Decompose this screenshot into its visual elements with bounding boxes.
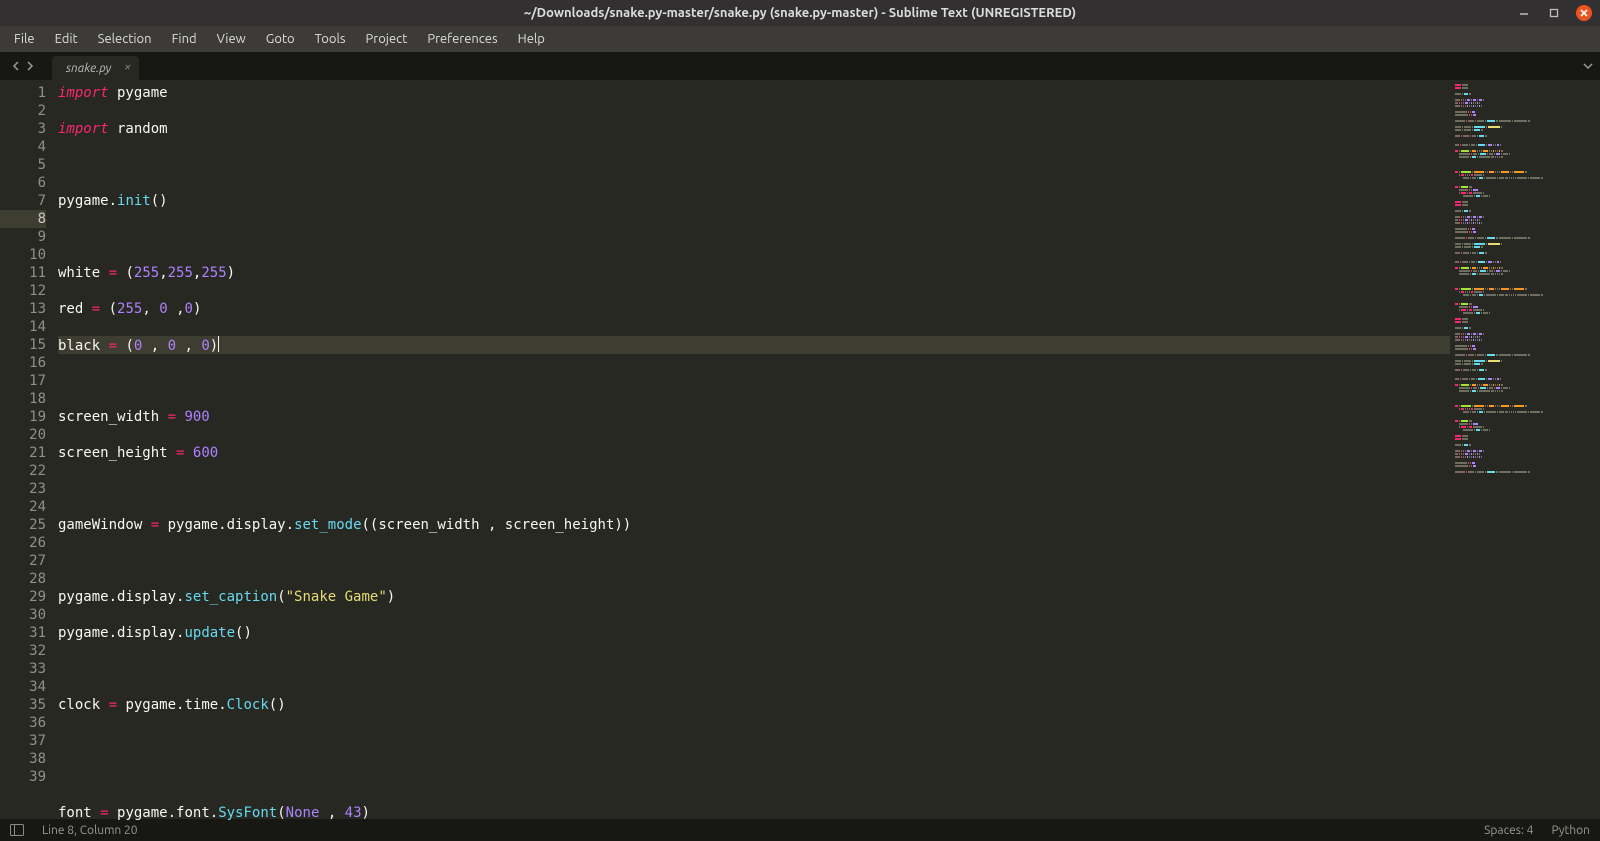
code-line: red = (255, 0 ,0) — [58, 300, 1450, 318]
line-number: 28 — [0, 570, 46, 588]
line-number: 38 — [0, 750, 46, 768]
menu-goto[interactable]: Goto — [256, 26, 305, 52]
line-number: 12 — [0, 282, 46, 300]
line-number: 24 — [0, 498, 46, 516]
code-line: pygame.init() — [58, 192, 1450, 210]
maximize-button[interactable] — [1546, 5, 1562, 21]
sidebar-toggle-icon[interactable] — [10, 823, 24, 837]
line-number: 11 — [0, 264, 46, 282]
arrow-right-icon — [25, 61, 35, 71]
window-title: ~/Downloads/snake.py-master/snake.py (sn… — [524, 6, 1076, 20]
line-number: 26 — [0, 534, 46, 552]
line-number: 23 — [0, 480, 46, 498]
code-line: screen_height = 600 — [58, 444, 1450, 462]
menu-preferences[interactable]: Preferences — [417, 26, 507, 52]
line-number: 33 — [0, 660, 46, 678]
line-number: 1 — [0, 84, 46, 102]
code-line: white = (255,255,255) — [58, 264, 1450, 282]
line-number: 36 — [0, 714, 46, 732]
menu-tools[interactable]: Tools — [305, 26, 356, 52]
code-line: import pygame — [58, 84, 1450, 102]
titlebar: ~/Downloads/snake.py-master/snake.py (sn… — [0, 0, 1600, 26]
tab-close-button[interactable]: × — [124, 61, 131, 74]
code-line — [58, 228, 1450, 246]
line-number: 9 — [0, 228, 46, 246]
tab-snake-py[interactable]: snake.py × — [52, 56, 139, 80]
code-line: pygame.display.set_caption("Snake Game") — [58, 588, 1450, 606]
code-line: gameWindow = pygame.display.set_mode((sc… — [58, 516, 1450, 534]
arrow-left-icon — [11, 61, 21, 71]
code-line — [58, 372, 1450, 390]
code-line: font = pygame.font.SysFont(None , 43) — [58, 804, 1450, 822]
line-number: 29 — [0, 588, 46, 606]
line-number: 13 — [0, 300, 46, 318]
line-number: 2 — [0, 102, 46, 120]
menu-selection[interactable]: Selection — [88, 26, 162, 52]
code-line: import random — [58, 120, 1450, 138]
tab-history-nav[interactable] — [0, 52, 46, 80]
line-number: 6 — [0, 174, 46, 192]
line-number: 19 — [0, 408, 46, 426]
line-number: 17 — [0, 372, 46, 390]
line-number: 25 — [0, 516, 46, 534]
menu-help[interactable]: Help — [508, 26, 555, 52]
code-line — [58, 156, 1450, 174]
chevron-down-icon — [1582, 60, 1594, 72]
line-number: 5 — [0, 156, 46, 174]
code-line — [58, 480, 1450, 498]
code-area[interactable]: import pygame import random pygame.init(… — [58, 80, 1450, 819]
minimap[interactable] — [1450, 80, 1600, 819]
line-number: 18 — [0, 390, 46, 408]
code-line: black = (0 , 0 , 0) — [58, 336, 1450, 354]
line-number: 27 — [0, 552, 46, 570]
tab-options-button[interactable] — [1582, 58, 1594, 76]
code-line — [58, 732, 1450, 750]
menu-file[interactable]: File — [4, 26, 45, 52]
line-number: 15 — [0, 336, 46, 354]
menubar: FileEditSelectionFindViewGotoToolsProjec… — [0, 26, 1600, 52]
code-line — [58, 660, 1450, 678]
menu-view[interactable]: View — [207, 26, 256, 52]
code-line: clock = pygame.time.Clock() — [58, 696, 1450, 714]
menu-find[interactable]: Find — [162, 26, 207, 52]
gutter[interactable]: 1234567891011121314151617181920212223242… — [0, 80, 58, 819]
line-number: 8 — [0, 210, 46, 228]
close-button[interactable] — [1576, 5, 1592, 21]
line-number: 21 — [0, 444, 46, 462]
status-syntax[interactable]: Python — [1551, 824, 1590, 837]
line-number: 32 — [0, 642, 46, 660]
line-number: 20 — [0, 426, 46, 444]
code-line — [58, 768, 1450, 786]
line-number: 16 — [0, 354, 46, 372]
code-line — [58, 552, 1450, 570]
line-number: 30 — [0, 606, 46, 624]
tab-label: snake.py — [66, 62, 111, 75]
line-number: 37 — [0, 732, 46, 750]
menu-edit[interactable]: Edit — [45, 26, 88, 52]
line-number: 3 — [0, 120, 46, 138]
code-line: screen_width = 900 — [58, 408, 1450, 426]
minimize-button[interactable] — [1516, 5, 1532, 21]
line-number: 4 — [0, 138, 46, 156]
status-spaces[interactable]: Spaces: 4 — [1484, 824, 1533, 837]
line-number: 14 — [0, 318, 46, 336]
code-line: pygame.display.update() — [58, 624, 1450, 642]
tabbar: snake.py × — [0, 52, 1600, 80]
editor: 1234567891011121314151617181920212223242… — [0, 80, 1600, 819]
line-number: 34 — [0, 678, 46, 696]
line-number: 39 — [0, 768, 46, 786]
line-number: 10 — [0, 246, 46, 264]
line-number: 35 — [0, 696, 46, 714]
line-number: 7 — [0, 192, 46, 210]
line-number: 22 — [0, 462, 46, 480]
menu-project[interactable]: Project — [356, 26, 418, 52]
line-number: 31 — [0, 624, 46, 642]
